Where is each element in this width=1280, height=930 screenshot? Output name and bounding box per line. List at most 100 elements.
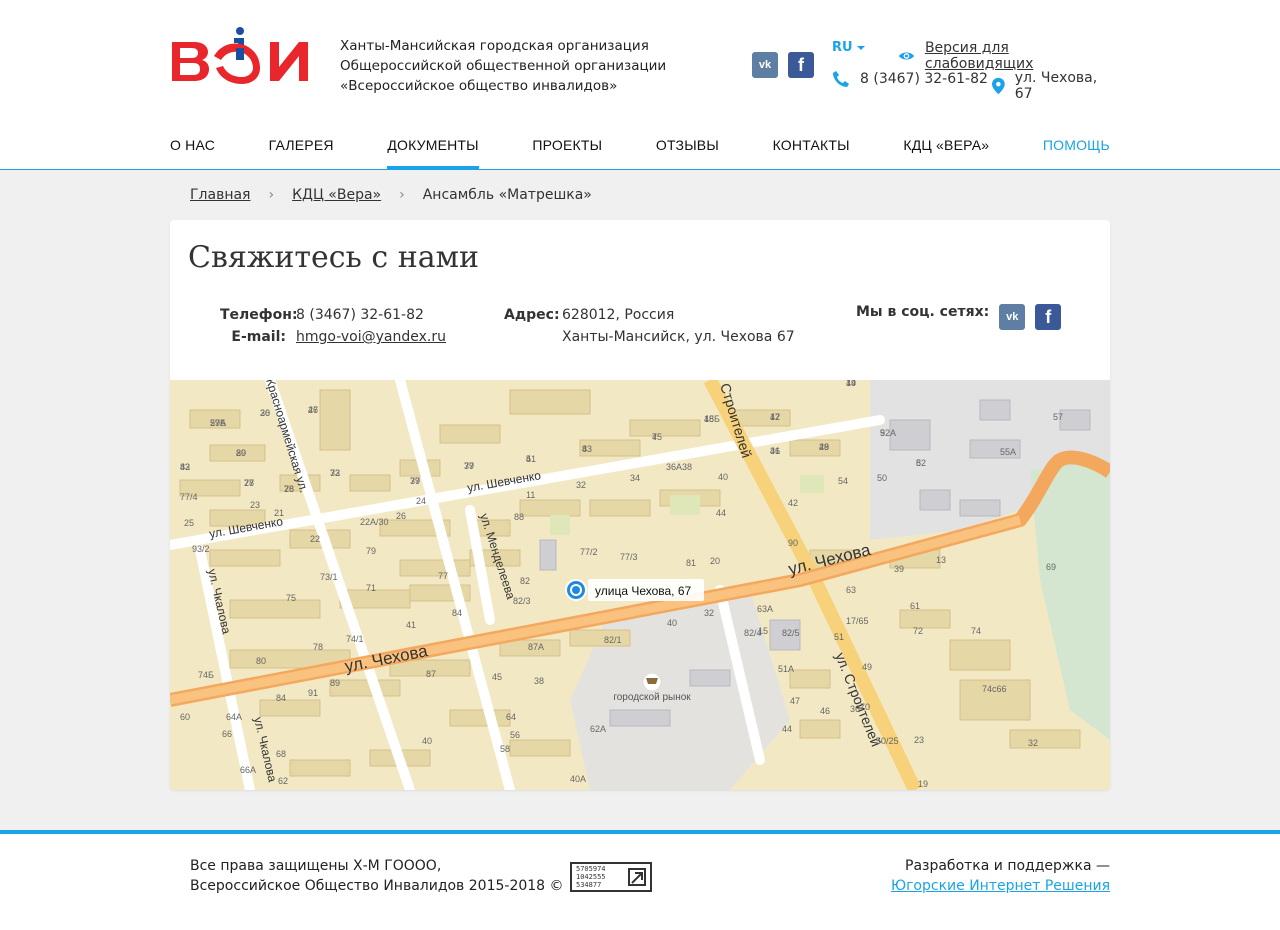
house-number: 78 — [244, 478, 254, 488]
arrow-up-right-icon — [628, 868, 646, 886]
header-phone[interactable]: 8 (3467) 32-61-82 — [832, 70, 988, 88]
house-number: 7 — [652, 432, 657, 442]
house-number: 56 — [510, 730, 520, 740]
nav-item-reviews[interactable]: ОТЗЫВЫ — [656, 120, 719, 170]
nav-item-contacts[interactable]: КОНТАКТЫ — [773, 120, 850, 170]
location-pin-icon — [992, 77, 1005, 95]
org-name-line3: «Всероссийское общество инвалидов» — [340, 78, 618, 94]
house-number: 62 — [278, 776, 288, 786]
house-number: 84 — [452, 608, 462, 618]
house-number: 23 — [250, 500, 260, 510]
vision-link[interactable]: Версия для слабовидящих — [898, 40, 1110, 72]
address-line2: Ханты-Мансийск, ул. Чехова 67 — [562, 329, 795, 345]
house-number: 12 — [770, 412, 780, 422]
chevron-right-icon: › — [268, 187, 275, 203]
house-number: 57Б — [210, 418, 226, 428]
house-number: 39 — [894, 564, 904, 574]
house-number: 60 — [180, 712, 190, 722]
house-number: 40 — [667, 618, 677, 628]
social-label: Мы в соц. сетях: — [856, 304, 990, 320]
breadcrumb-section[interactable]: КДЦ «Вера» — [292, 187, 381, 203]
nav-item-about[interactable]: О НАС — [170, 120, 215, 170]
house-number: 51A — [778, 664, 794, 674]
house-number: 40A — [570, 774, 586, 784]
chevron-right-icon: › — [399, 187, 405, 203]
house-number: 40 — [718, 472, 728, 482]
nav-item-documents[interactable]: ДОКУМЕНТЫ — [387, 120, 480, 170]
email-link[interactable]: hmgo-voi@yandex.ru — [296, 326, 446, 348]
house-number: 91 — [308, 688, 318, 698]
facebook-icon[interactable]: f — [1035, 304, 1062, 330]
house-number: 78 — [313, 642, 323, 652]
house-number: 75 — [286, 593, 296, 603]
vk-icon[interactable]: vk — [999, 304, 1026, 330]
breadcrumb-home[interactable]: Главная — [190, 187, 250, 203]
language-select[interactable]: RU — [832, 40, 865, 55]
shopping-cart-icon — [646, 678, 658, 684]
house-number: 74с66 — [982, 684, 1007, 694]
house-number: 64A — [226, 712, 242, 722]
house-number: 46 — [308, 405, 318, 415]
house-number: 30 — [260, 408, 270, 418]
visit-counter[interactable]: 5705974 1042555 534877 — [570, 862, 652, 892]
house-number: 80 — [236, 448, 246, 458]
house-number: 82/4 — [744, 628, 762, 638]
developer-link[interactable]: Югорские Интернет Решения — [891, 876, 1110, 896]
house-number: 63A — [757, 604, 773, 614]
house-number: 50 — [877, 473, 887, 483]
house-number: 13 — [936, 555, 946, 565]
map-canvas[interactable]: ул. Чехова ул. Чехова ул. Шевченко ул. Ш… — [170, 380, 1110, 790]
phone-icon — [833, 71, 849, 87]
house-number: 49 — [862, 662, 872, 672]
phone-value[interactable]: 8 (3467) 32-61-82 — [296, 304, 424, 326]
nav-item-gallery[interactable]: ГАЛЕРЕЯ — [269, 120, 334, 170]
eye-icon — [898, 52, 914, 60]
address-label: Адрес: — [504, 307, 560, 323]
vision-link-label: Версия для слабовидящих — [924, 40, 1034, 72]
house-number: 32 — [576, 480, 586, 490]
page-title: Свяжитесь с нами — [188, 240, 479, 275]
nav-item-kdc-vera[interactable]: КДЦ «ВЕРА» — [903, 120, 989, 170]
facebook-icon[interactable]: f — [788, 52, 814, 78]
copyright-line2: Всероссийское Общество Инвалидов 2015-20… — [190, 878, 564, 894]
house-number: 41 — [406, 620, 416, 630]
nav-item-projects[interactable]: ПРОЕКТЫ — [532, 120, 602, 170]
house-number: 72 — [330, 468, 340, 478]
house-number: 77 — [438, 571, 448, 581]
house-number: 87A — [528, 642, 544, 652]
caret-down-icon — [856, 45, 865, 50]
header-address-text: ул. Чехова, 67 — [1014, 70, 1098, 102]
header-phone-number: 8 (3467) 32-61-82 — [860, 71, 988, 87]
house-number: 44 — [782, 724, 792, 734]
house-number: 82/3 — [513, 596, 531, 606]
counter-line1: 5705974 — [576, 865, 606, 873]
org-name-line1: Ханты-Мансийская городская организация — [340, 38, 649, 54]
house-number: 81 — [686, 558, 696, 568]
house-number: 11 — [526, 490, 535, 500]
map[interactable]: ул. Чехова ул. Чехова ул. Шевченко ул. Ш… — [170, 380, 1110, 790]
logo[interactable] — [170, 26, 326, 86]
org-name: Ханты-Мансийская городская организация О… — [340, 36, 666, 96]
house-number: 36A — [666, 462, 682, 472]
house-number: 82/5 — [782, 628, 800, 638]
house-number: 38 — [682, 462, 692, 472]
header-social: vk f — [752, 52, 814, 78]
org-name-line2: Общероссийской общественной организации — [340, 58, 667, 74]
house-number: 20 — [710, 556, 720, 566]
house-number: 62A — [590, 724, 606, 734]
voi-logo-icon — [172, 27, 308, 84]
house-number: 74 — [971, 626, 981, 636]
house-number: 68 — [276, 749, 286, 759]
phone-label: Телефон: — [220, 307, 298, 323]
house-number: 66A — [240, 765, 256, 775]
house-number: 26 — [396, 511, 406, 521]
house-number: 82 — [180, 462, 190, 472]
house-number: 24 — [416, 496, 426, 506]
vk-icon[interactable]: vk — [752, 52, 778, 78]
nav-item-help[interactable]: ПОМОЩЬ — [1043, 120, 1110, 170]
house-number: 74Б — [198, 670, 214, 680]
house-number: 22 — [310, 534, 320, 544]
house-number: 76 — [284, 484, 294, 494]
copyright: Все права защищены Х-М ГОООО, Всероссийс… — [190, 856, 564, 896]
house-number: 77/3 — [620, 552, 638, 562]
